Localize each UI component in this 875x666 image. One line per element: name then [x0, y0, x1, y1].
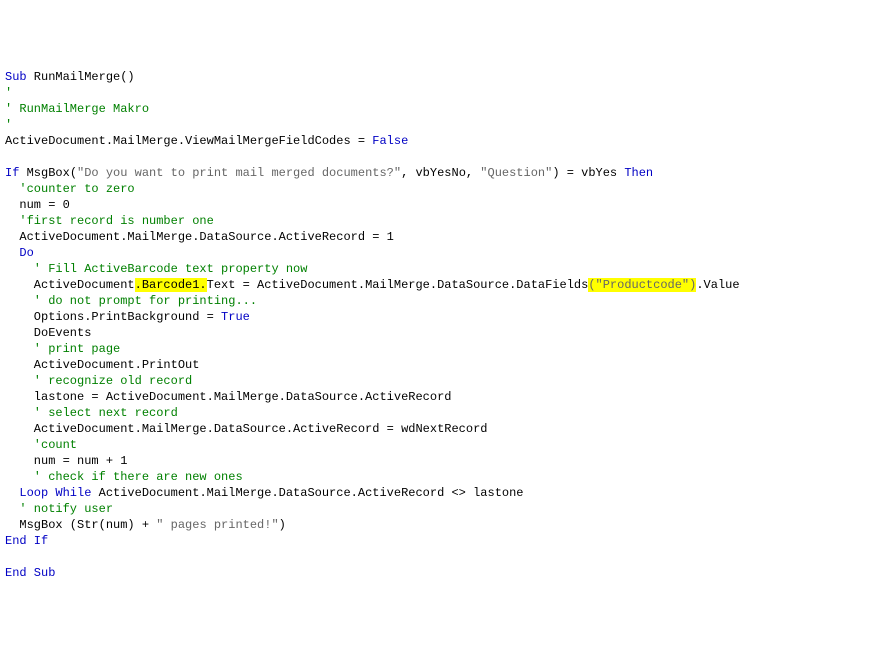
- code-text: ): [279, 518, 286, 532]
- comment: ' check if there are new ones: [5, 470, 243, 484]
- code-line: ActiveDocument.PrintOut: [5, 358, 199, 372]
- keyword-then: Then: [624, 166, 653, 180]
- code-text: ) = vbYes: [552, 166, 624, 180]
- code-text: Text = ActiveDocument.MailMerge.DataSour…: [207, 278, 589, 292]
- comment: ' select next record: [5, 406, 178, 420]
- comment: ' notify user: [5, 502, 113, 516]
- code-line: MsgBox (Str(num) + " pages printed!"): [5, 518, 286, 532]
- keyword-loop-while: Loop While: [5, 486, 91, 500]
- code-line: If MsgBox("Do you want to print mail mer…: [5, 166, 653, 180]
- keyword-end-sub: End Sub: [5, 566, 55, 580]
- comment: ': [5, 118, 12, 132]
- code-text: ActiveDocument: [5, 278, 135, 292]
- code-text: , vbYesNo,: [401, 166, 480, 180]
- highlight-barcode: .Barcode1.: [135, 278, 207, 292]
- comment: ' recognize old record: [5, 374, 192, 388]
- code-line: ActiveDocument.MailMerge.ViewMailMergeFi…: [5, 134, 408, 148]
- keyword-false: False: [372, 134, 408, 148]
- code-text: MsgBox(: [19, 166, 77, 180]
- code-text: .Value: [696, 278, 739, 292]
- code-line: num = num + 1: [5, 454, 127, 468]
- comment: ' do not prompt for printing...: [5, 294, 257, 308]
- keyword-sub: Sub: [5, 70, 27, 84]
- comment: ' RunMailMerge Makro: [5, 102, 149, 116]
- highlight-productcode: ("Productcode"): [588, 278, 696, 292]
- code-text: ActiveDocument.MailMerge.DataSource.Acti…: [91, 486, 523, 500]
- string-literal: "Question": [480, 166, 552, 180]
- code-block: Sub RunMailMerge() ' ' RunMailMerge Makr…: [5, 69, 870, 581]
- string-literal: "Do you want to print mail merged docume…: [77, 166, 401, 180]
- code-line: Sub RunMailMerge(): [5, 70, 135, 84]
- code-line: ActiveDocument.MailMerge.DataSource.Acti…: [5, 422, 487, 436]
- code-text: ActiveDocument.MailMerge.ViewMailMergeFi…: [5, 134, 372, 148]
- code-line: num = 0: [5, 198, 70, 212]
- comment: 'counter to zero: [5, 182, 135, 196]
- keyword-do: Do: [5, 246, 34, 260]
- sub-name: RunMailMerge(): [27, 70, 135, 84]
- comment: 'count: [5, 438, 77, 452]
- keyword-if: If: [5, 166, 19, 180]
- keyword-true: True: [221, 310, 250, 324]
- comment: ': [5, 86, 12, 100]
- code-line: Loop While ActiveDocument.MailMerge.Data…: [5, 486, 524, 500]
- code-line: Options.PrintBackground = True: [5, 310, 250, 324]
- code-line: DoEvents: [5, 326, 91, 340]
- code-text: Options.PrintBackground =: [5, 310, 221, 324]
- code-line: ActiveDocument.MailMerge.DataSource.Acti…: [5, 230, 394, 244]
- code-line: lastone = ActiveDocument.MailMerge.DataS…: [5, 390, 451, 404]
- code-text: MsgBox (Str(num) +: [5, 518, 156, 532]
- comment: 'first record is number one: [5, 214, 214, 228]
- code-line: ActiveDocument.Barcode1.Text = ActiveDoc…: [5, 278, 740, 292]
- string-literal: " pages printed!": [156, 518, 278, 532]
- comment: ' Fill ActiveBarcode text property now: [5, 262, 307, 276]
- comment: ' print page: [5, 342, 120, 356]
- keyword-end-if: End If: [5, 534, 48, 548]
